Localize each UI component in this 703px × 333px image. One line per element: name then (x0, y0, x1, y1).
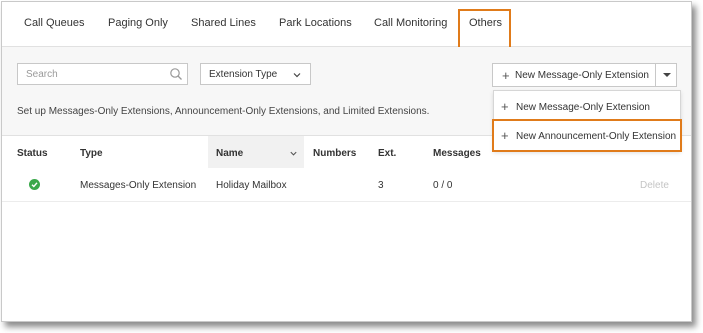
tab-others-highlight (458, 9, 511, 50)
caret-down-icon[interactable] (663, 73, 671, 77)
table-row[interactable]: Messages-Only Extension Holiday Mailbox … (2, 168, 691, 202)
extension-type-select[interactable]: Extension Type (200, 63, 311, 85)
tab-park-locations[interactable]: Park Locations (279, 17, 352, 29)
search-icon (170, 68, 182, 80)
main-content: Search Extension Type + New Message-Only… (2, 47, 691, 321)
plus-icon: + (501, 99, 509, 114)
col-numbers[interactable]: Numbers (313, 148, 356, 159)
new-message-only-button[interactable]: + New Message-Only Extension (493, 64, 656, 86)
search-placeholder: Search (26, 69, 58, 80)
app-window: Call Queues Paging Only Shared Lines Par… (1, 1, 692, 322)
tab-paging-only[interactable]: Paging Only (108, 17, 168, 29)
tab-shared-lines[interactable]: Shared Lines (191, 17, 256, 29)
extension-type-label: Extension Type (209, 69, 278, 80)
delete-button[interactable]: Delete (640, 180, 669, 191)
plus-icon: + (502, 68, 510, 83)
search-input[interactable]: Search (17, 63, 188, 85)
tab-call-queues[interactable]: Call Queues (24, 17, 85, 29)
tab-bar: Call Queues Paging Only Shared Lines Par… (2, 2, 691, 47)
row-ext: 3 (378, 180, 384, 191)
status-ok-icon (29, 179, 40, 190)
col-type[interactable]: Type (80, 148, 103, 159)
tab-call-monitoring[interactable]: Call Monitoring (374, 17, 447, 29)
announcement-item-highlight (492, 119, 682, 152)
col-messages[interactable]: Messages (433, 148, 481, 159)
page-description: Set up Messages-Only Extensions, Announc… (17, 106, 430, 117)
check-icon (31, 182, 38, 188)
col-ext[interactable]: Ext. (378, 148, 396, 159)
row-name[interactable]: Holiday Mailbox (216, 180, 287, 191)
new-extension-split-button: + New Message-Only Extension (492, 63, 677, 87)
row-messages: 0 / 0 (433, 180, 453, 191)
menu-item-label: New Message-Only Extension (516, 102, 650, 113)
col-name[interactable]: Name (216, 148, 243, 159)
row-type: Messages-Only Extension (80, 180, 197, 191)
col-status[interactable]: Status (17, 148, 48, 159)
sort-chevron-icon[interactable] (289, 149, 298, 158)
chevron-down-icon (293, 73, 301, 78)
new-message-only-label: New Message-Only Extension (515, 70, 649, 81)
menu-item-new-message-only[interactable]: + New Message-Only Extension (494, 93, 680, 121)
table-empty-area (2, 202, 691, 321)
